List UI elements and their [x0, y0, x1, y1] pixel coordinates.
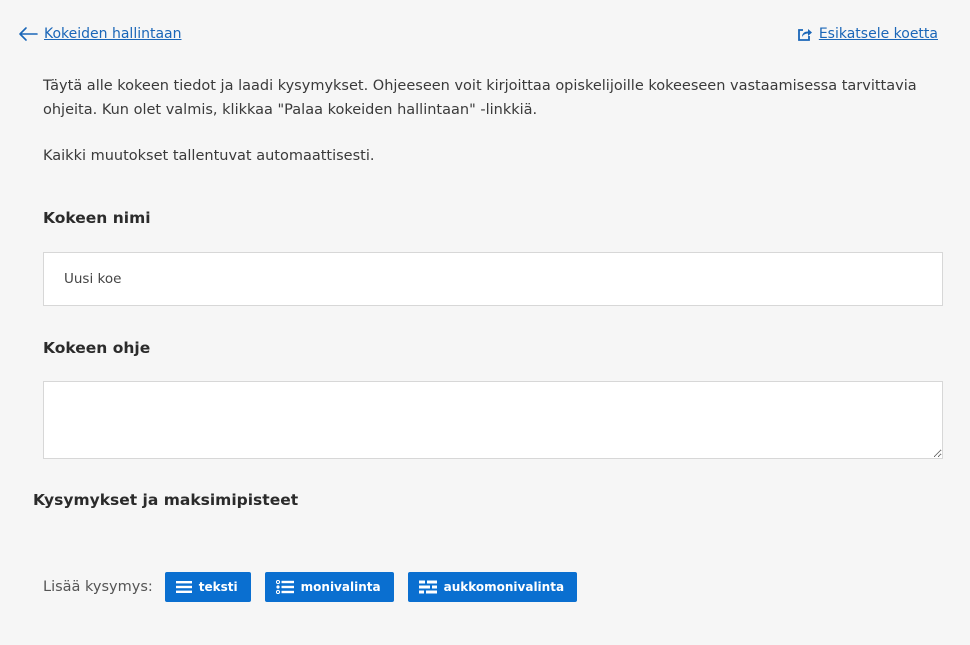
- back-to-exam-management-link[interactable]: Kokeiden hallintaan: [18, 26, 182, 42]
- share-icon: [797, 27, 813, 42]
- add-gap-choice-label: aukkomonivalinta: [443, 580, 565, 594]
- top-navigation: Kokeiden hallintaan Esikatsele koetta: [18, 26, 938, 48]
- add-question-toolbar: Lisää kysymys: teksti monivalinta aukkom…: [43, 572, 591, 602]
- arrow-left-icon: [18, 26, 38, 42]
- gap-choice-icon: [418, 580, 437, 594]
- autosave-note: Kaikki muutokset tallentuvat automaattis…: [43, 148, 375, 164]
- preview-link-label: Esikatsele koetta: [818, 26, 938, 42]
- list-choice-icon: [275, 580, 294, 594]
- intro-text: Täytä alle kokeen tiedot ja laadi kysymy…: [43, 74, 923, 168]
- add-multiple-choice-label: monivalinta: [300, 580, 381, 594]
- preview-exam-link[interactable]: Esikatsele koetta: [797, 26, 938, 42]
- questions-heading: Kysymykset ja maksimipisteet: [33, 491, 299, 509]
- add-question-label: Lisää kysymys:: [43, 579, 153, 595]
- text-lines-icon: [175, 580, 192, 594]
- add-text-question-label: teksti: [198, 580, 238, 594]
- exam-editor-page: Kokeiden hallintaan Esikatsele koetta Tä…: [0, 0, 970, 645]
- add-text-question-button[interactable]: teksti: [164, 572, 251, 602]
- exam-instructions-textarea[interactable]: [43, 381, 943, 459]
- intro-paragraph: Täytä alle kokeen tiedot ja laadi kysymy…: [43, 78, 917, 118]
- exam-instructions-label: Kokeen ohje: [43, 339, 151, 357]
- exam-name-input[interactable]: [43, 252, 943, 306]
- exam-name-label: Kokeen nimi: [43, 209, 151, 227]
- add-multiple-choice-button[interactable]: monivalinta: [264, 572, 394, 602]
- back-link-label: Kokeiden hallintaan: [44, 26, 182, 42]
- add-gap-choice-button[interactable]: aukkomonivalinta: [407, 572, 578, 602]
